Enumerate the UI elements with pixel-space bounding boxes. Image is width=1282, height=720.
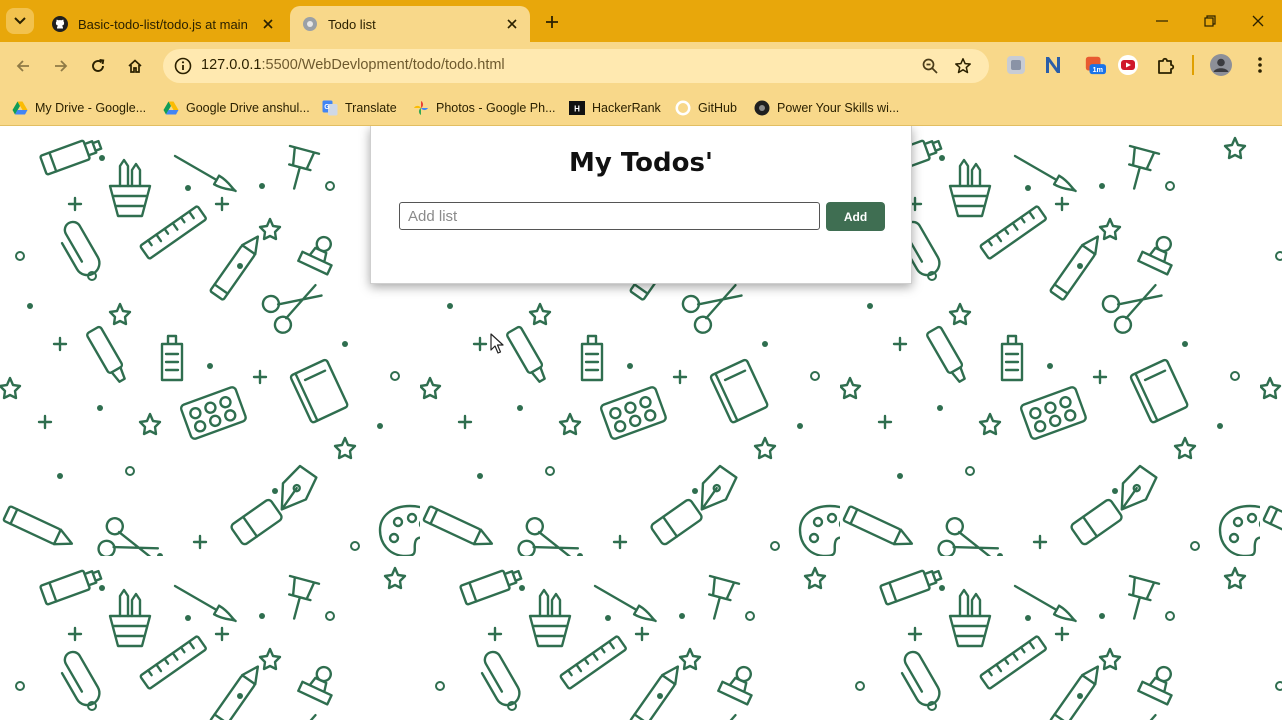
site-info-button[interactable] xyxy=(171,54,195,78)
tab-github-todo-js[interactable]: Basic-todo-list/todo.js at main xyxy=(40,6,286,42)
page-title: My Todos' xyxy=(569,148,713,178)
timer-icon: 1m xyxy=(1085,56,1106,75)
google-drive-icon xyxy=(12,101,28,115)
video-extension-button[interactable] xyxy=(1117,54,1139,76)
bookmark-label: Google Drive anshul... xyxy=(186,101,310,115)
hackerrank-icon: H xyxy=(569,101,585,115)
bookmark-label: Translate xyxy=(345,101,397,115)
timer-extension-button[interactable]: 1m xyxy=(1084,54,1106,76)
translate-icon: G xyxy=(322,100,338,116)
reload-button[interactable] xyxy=(84,52,112,80)
close-window-button[interactable] xyxy=(1236,8,1280,34)
url-path: :5500/WebDevlopment/todo/todo.html xyxy=(261,57,505,73)
todo-card: My Todos' Add xyxy=(370,126,912,284)
forward-button[interactable] xyxy=(47,52,75,80)
profile-avatar[interactable] xyxy=(1210,54,1232,76)
bookmark-my-drive[interactable]: My Drive - Google... xyxy=(12,96,146,120)
minimize-button[interactable] xyxy=(1140,8,1184,34)
arrow-right-icon xyxy=(55,60,68,72)
svg-text:H: H xyxy=(574,105,580,114)
bookmark-label: HackerRank xyxy=(592,101,661,115)
play-icon xyxy=(1118,55,1138,75)
svg-text:1m: 1m xyxy=(1092,65,1103,74)
new-tab-button[interactable] xyxy=(540,11,564,33)
bookmark-hackerrank[interactable]: H HackerRank xyxy=(569,96,661,120)
home-icon xyxy=(128,59,142,73)
toolbar-divider xyxy=(1192,55,1194,75)
bookmark-google-photos[interactable]: Photos - Google Ph... xyxy=(413,96,556,120)
more-vertical-icon xyxy=(1258,57,1262,73)
minimize-icon xyxy=(1156,20,1168,22)
tab-title: Todo list xyxy=(328,16,376,32)
bookmark-label: GitHub xyxy=(698,101,737,115)
add-button[interactable]: Add xyxy=(826,202,885,231)
plus-icon xyxy=(546,16,558,28)
tab-todo-list[interactable]: Todo list xyxy=(290,6,530,42)
browser-tabstrip: Basic-todo-list/todo.js at main Todo lis… xyxy=(0,0,1282,42)
arrow-left-icon xyxy=(16,60,29,72)
restore-button[interactable] xyxy=(1188,8,1232,34)
bookmark-power-your-skills[interactable]: Power Your Skills wi... xyxy=(754,96,899,120)
star-icon xyxy=(955,58,971,74)
add-list-input[interactable] xyxy=(399,202,820,230)
bookmark-label: Power Your Skills wi... xyxy=(777,101,900,115)
avatar-icon xyxy=(1210,54,1232,76)
address-bar[interactable]: 127.0.0.1:5500/WebDevlopment/todo/todo.h… xyxy=(163,49,989,83)
notion-icon xyxy=(1046,57,1060,73)
zoom-button[interactable] xyxy=(918,54,942,78)
url-text: 127.0.0.1:5500/WebDevlopment/todo/todo.h… xyxy=(201,57,505,73)
browser-toolbar: 127.0.0.1:5500/WebDevlopment/todo/todo.h… xyxy=(0,42,1282,90)
tab-close-button[interactable] xyxy=(502,14,522,34)
home-button[interactable] xyxy=(121,52,149,80)
mouse-cursor-icon xyxy=(490,333,504,354)
bookmarks-bar: My Drive - Google... Google Drive anshul… xyxy=(0,90,1282,126)
google-photos-icon xyxy=(414,101,428,115)
tab-title: Basic-todo-list/todo.js at main xyxy=(78,16,248,32)
extensions-menu-button[interactable] xyxy=(1155,54,1177,76)
chevron-down-icon xyxy=(14,17,26,25)
github-icon xyxy=(52,16,68,32)
tab-search-button[interactable] xyxy=(6,8,34,34)
skills-icon xyxy=(754,100,770,116)
close-icon xyxy=(1252,15,1264,27)
browser-menu-button[interactable] xyxy=(1249,54,1271,76)
info-icon xyxy=(174,57,192,75)
close-icon xyxy=(507,19,517,29)
github-icon xyxy=(675,100,691,116)
zoom-icon xyxy=(922,58,938,74)
bookmark-star-button[interactable] xyxy=(951,54,975,78)
svg-text:G: G xyxy=(324,104,330,111)
globe-icon xyxy=(303,17,317,31)
bookmark-google-drive[interactable]: Google Drive anshul... xyxy=(163,96,310,120)
close-icon xyxy=(263,19,273,29)
bookmark-github[interactable]: GitHub xyxy=(675,96,737,120)
notion-extension-button[interactable] xyxy=(1042,54,1064,76)
tab-close-button[interactable] xyxy=(258,14,278,34)
extension-app-icon xyxy=(1007,56,1025,74)
back-button[interactable] xyxy=(9,52,37,80)
restore-icon xyxy=(1204,15,1216,27)
reload-icon xyxy=(92,59,105,72)
google-drive-icon xyxy=(163,101,179,115)
puzzle-icon xyxy=(1158,57,1175,74)
bookmark-label: My Drive - Google... xyxy=(35,101,147,115)
page-viewport: My Todos' Add xyxy=(0,126,1282,720)
bookmark-translate[interactable]: G Translate xyxy=(322,96,397,120)
extension-button-1[interactable] xyxy=(1005,54,1027,76)
bookmark-label: Photos - Google Ph... xyxy=(436,101,556,115)
url-host: 127.0.0.1 xyxy=(201,57,262,73)
